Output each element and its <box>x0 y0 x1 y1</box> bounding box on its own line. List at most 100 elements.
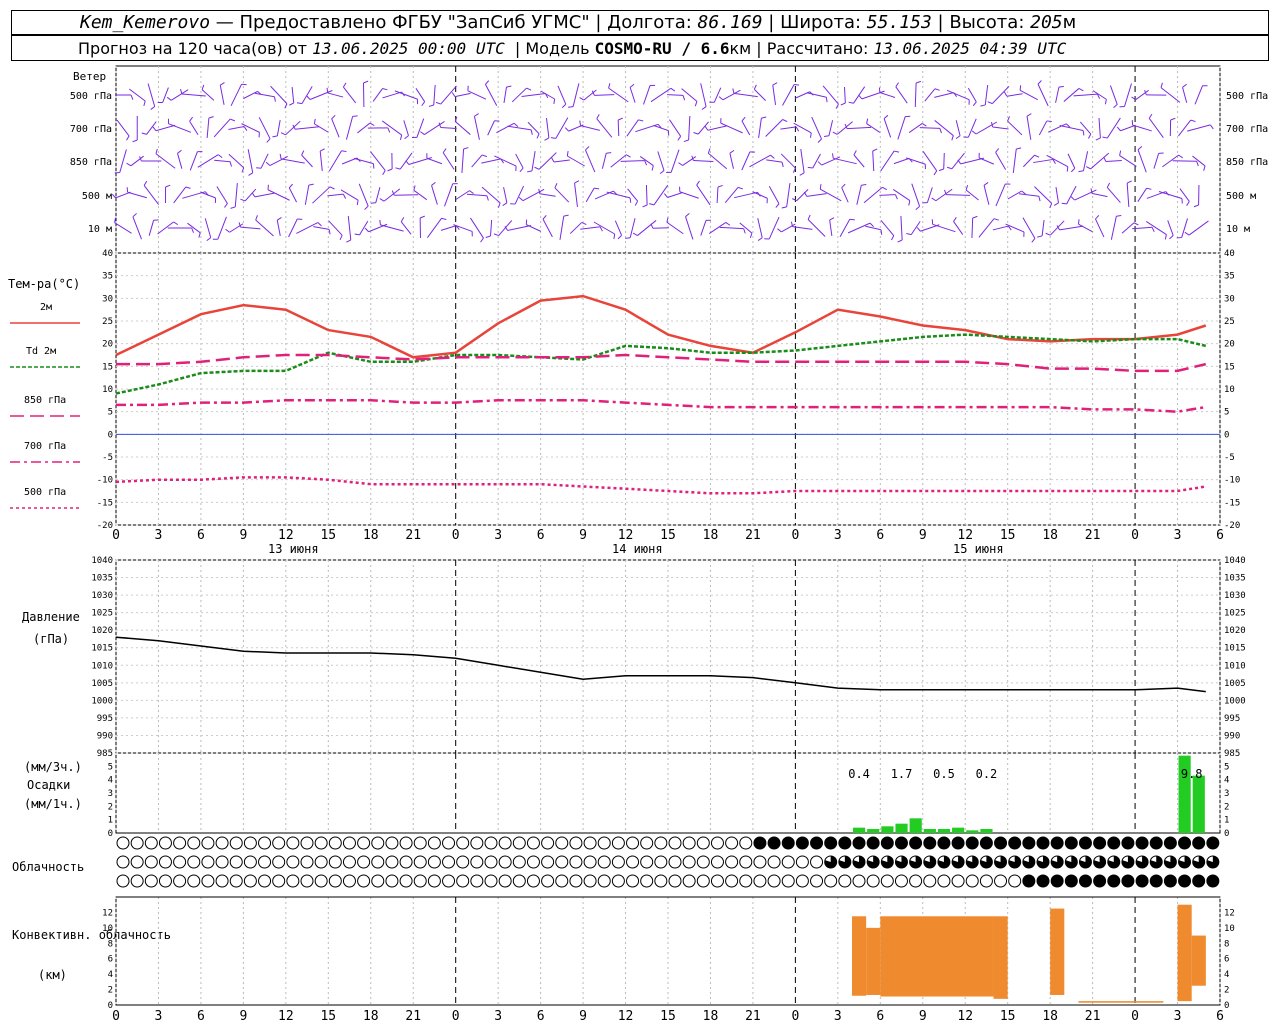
wind-barb <box>772 85 777 105</box>
wind-barb-feather <box>682 95 686 101</box>
wind-barb-feather <box>329 186 335 190</box>
wind-barb-feather <box>198 232 201 238</box>
wind-barb-feather <box>972 215 978 219</box>
wind-barb-feather <box>240 198 246 202</box>
cloud-symbol <box>795 836 809 850</box>
wind-barb-feather <box>933 170 938 176</box>
wind-barb <box>1037 83 1049 107</box>
cloud-symbol <box>682 836 696 850</box>
wind-barb <box>201 89 215 101</box>
cloud-title: Облачность <box>12 860 84 874</box>
wind-barb-feather <box>718 96 724 101</box>
wind-barb-feather <box>872 148 878 152</box>
hour-tick-label: 15 <box>1000 1009 1016 1024</box>
cloud-symbol <box>1121 836 1135 850</box>
wind-barb <box>978 157 995 165</box>
hour-tick-label: 3 <box>494 1009 502 1024</box>
precip-tick-label: 1 <box>1224 816 1229 826</box>
cloud-symbol <box>357 874 371 888</box>
hour-tick-label: 6 <box>876 528 884 543</box>
hour-tick-label: 3 <box>494 528 502 543</box>
cloud-symbol <box>654 874 668 888</box>
wind-barb <box>314 123 329 133</box>
wind-barb <box>522 188 545 202</box>
cloud-symbol <box>965 874 979 888</box>
wind-barb <box>1012 149 1017 173</box>
wind-barb-feather <box>551 157 555 163</box>
wind-barb <box>542 218 553 238</box>
wind-barb-feather <box>566 150 569 157</box>
cloud-symbol <box>1163 836 1177 850</box>
wind-barb-feather <box>165 184 171 188</box>
wind-barb-feather <box>1119 150 1122 156</box>
wind-barb-feather <box>177 149 182 154</box>
wind-barb <box>255 219 274 237</box>
cloud-symbol <box>781 836 795 850</box>
wind-barb <box>487 120 495 136</box>
cloud-symbol <box>357 855 371 869</box>
cloud-symbol <box>880 836 894 850</box>
pressure-tick-label: 990 <box>1224 731 1240 741</box>
hour-tick-label: 12 <box>957 528 973 543</box>
wind-barb <box>926 187 933 203</box>
hour-tick-label: 6 <box>876 1009 884 1024</box>
wind-barb <box>946 194 971 196</box>
wind-barb-feather <box>817 161 822 166</box>
cloud-symbol <box>725 855 739 869</box>
wind-barb-feather <box>326 87 329 93</box>
wind-barb-feather <box>166 96 172 101</box>
wind-barb <box>328 150 342 172</box>
cloud-symbol <box>810 855 824 869</box>
wind-barb-feather <box>132 213 137 218</box>
wind-barb <box>342 86 357 104</box>
day-label-1: 13 июня <box>268 542 319 556</box>
cloud-symbol <box>937 836 951 850</box>
conv-bar <box>993 916 1008 999</box>
pressure-unit: (гПа) <box>33 632 69 646</box>
precip-tick-label: 1 <box>108 816 113 826</box>
wind-barb <box>281 158 305 164</box>
wind-barb-feather <box>704 125 709 131</box>
cloud-symbol <box>611 874 625 888</box>
wind-barb-feather <box>677 136 682 141</box>
wind-barb <box>585 187 595 203</box>
wind-barb-feather <box>404 135 409 140</box>
wind-barb <box>132 216 142 240</box>
wind-barb <box>895 86 908 104</box>
wind-barb <box>1082 151 1089 171</box>
wind-barb-feather <box>1066 166 1069 172</box>
pressure-tick-label: 1010 <box>91 661 113 671</box>
hour-tick-label: 0 <box>791 1009 799 1024</box>
cloud-symbol <box>923 874 937 888</box>
cloud-symbol <box>286 874 300 888</box>
wind-barb <box>260 153 269 169</box>
wind-level-label: 500 м <box>82 191 112 202</box>
wind-barb <box>1019 89 1038 101</box>
wind-barb <box>382 91 402 99</box>
wind-barb-feather <box>379 219 381 225</box>
wind-barb <box>1074 189 1097 201</box>
wind-barb <box>527 121 540 135</box>
cloud-symbol <box>130 855 144 869</box>
cloud-symbol <box>654 836 668 850</box>
wind-level-label: 500 гПа <box>70 91 112 102</box>
pressure-tick-label: 1015 <box>91 644 113 654</box>
wind-barb-feather <box>915 205 920 210</box>
cloud-symbol <box>328 836 342 850</box>
wind-barb-feather <box>219 82 225 86</box>
wind-barb <box>670 149 680 173</box>
wind-barb <box>319 151 323 171</box>
wind-barb-feather <box>694 101 698 107</box>
wind-barb <box>1067 153 1076 169</box>
wind-barb <box>900 215 903 241</box>
wind-barb <box>768 216 780 240</box>
conv-tick-label: 0 <box>1224 1001 1229 1011</box>
wind-barb <box>214 159 231 163</box>
wind-barb <box>347 216 352 240</box>
wind-barb <box>511 87 527 103</box>
wind-barb <box>934 92 954 98</box>
precip-bar <box>980 829 993 833</box>
pressure-tick-label: 1035 <box>1224 574 1246 584</box>
wind-barb <box>258 117 271 139</box>
wind-barb <box>753 88 767 102</box>
